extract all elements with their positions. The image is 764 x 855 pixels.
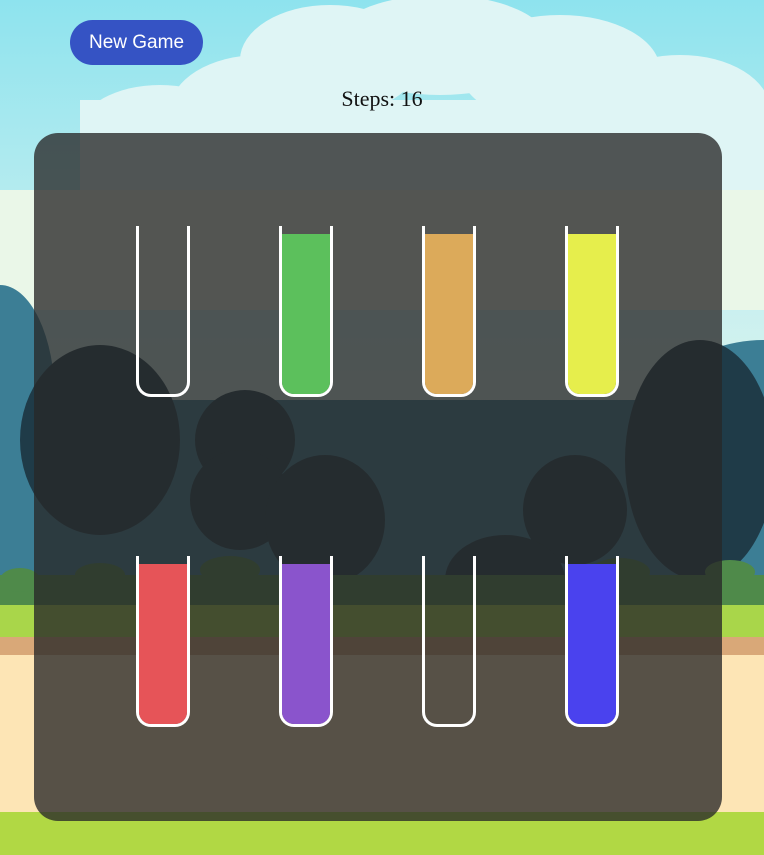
steps-value: 16 [400, 86, 423, 111]
tube-liquid [139, 564, 187, 724]
tube-7[interactable] [422, 556, 476, 727]
tube-4[interactable] [565, 226, 619, 397]
tube-liquid [568, 564, 616, 724]
tube-8[interactable] [565, 556, 619, 727]
tube-liquid [425, 234, 473, 394]
tube-1[interactable] [136, 226, 190, 397]
tube-liquid [282, 234, 330, 394]
tube-liquid [282, 564, 330, 724]
new-game-button[interactable]: New Game [70, 20, 203, 65]
steps-label: Steps: [341, 86, 401, 111]
game-board [34, 133, 722, 821]
steps-counter: Steps: 16 [0, 86, 764, 112]
game-scene: New Game Steps: 16 [0, 0, 764, 855]
tube-5[interactable] [136, 556, 190, 727]
tube-3[interactable] [422, 226, 476, 397]
tube-2[interactable] [279, 226, 333, 397]
tube-6[interactable] [279, 556, 333, 727]
tube-liquid [568, 234, 616, 394]
